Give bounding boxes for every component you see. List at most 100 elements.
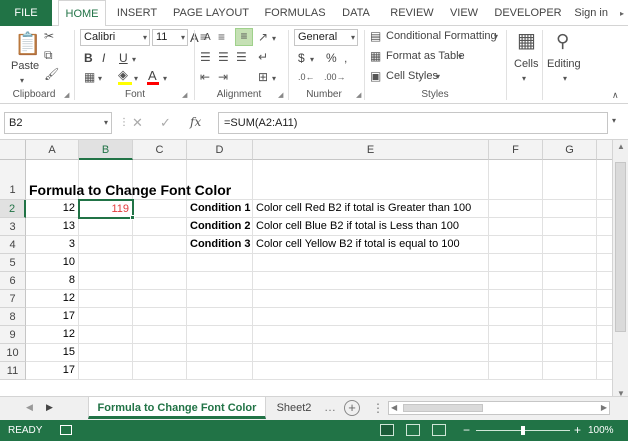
sign-in-link[interactable]: Sign in [574,0,608,26]
zoom-slider-knob[interactable] [521,426,525,435]
cell-styles-dropdown-icon[interactable]: ▾ [436,70,440,84]
insert-function-button[interactable]: fx [190,115,201,129]
grid-cell[interactable] [597,290,612,308]
row-header-2[interactable]: 2 [0,200,26,218]
borders-dropdown-icon[interactable]: ▾ [98,72,102,86]
conditional-formatting-button[interactable]: Conditional Formatting [386,30,497,42]
increase-decimal-icon[interactable]: .0← [298,70,315,84]
grid-cell[interactable] [489,200,543,218]
grid-cell[interactable] [133,326,187,344]
cell-e4[interactable]: Color cell Yellow B2 if total is equal t… [253,236,489,254]
sheet-nav-prev-icon[interactable]: ◀ [26,402,33,413]
grid-cell[interactable] [133,236,187,254]
vertical-scrollbar[interactable]: ▲ ▼ [612,140,628,402]
grid-cell[interactable] [489,362,543,380]
paste-button[interactable]: Paste [11,60,39,72]
align-left-icon[interactable]: ☰ [200,50,211,64]
grid-cell[interactable] [543,290,597,308]
grid-cell[interactable] [597,344,612,362]
scroll-up-icon[interactable]: ▲ [617,142,625,151]
grid-cell[interactable] [253,290,489,308]
align-center-icon[interactable]: ☰ [218,50,229,64]
page-break-view-icon[interactable] [432,424,446,436]
tab-split-icon[interactable]: ⋮ [372,401,384,415]
align-middle-icon[interactable]: ≡ [218,30,225,44]
percent-button[interactable]: % [326,51,337,65]
ribbon-scroll-icon[interactable]: ▸ [620,9,624,18]
formula-bar-grip-icon[interactable]: ⋮ [119,116,129,130]
tab-view[interactable]: VIEW [446,0,482,26]
cell-d3[interactable]: Condition 2 [187,218,253,236]
editing-button[interactable]: Editing [547,58,581,70]
cell-styles-button[interactable]: Cell Styles [386,70,438,82]
grid-cell[interactable] [187,326,253,344]
grid-cell[interactable] [543,254,597,272]
grid-cell[interactable] [187,344,253,362]
chevron-down-icon[interactable]: ▾ [181,30,185,45]
fill-color-icon[interactable]: ◈ [118,68,128,82]
enter-icon[interactable]: ✓ [160,115,171,131]
comma-style-icon[interactable]: , [344,51,347,65]
sheet-more-icon[interactable]: … [324,400,336,414]
grid-cell[interactable] [187,362,253,380]
merge-center-icon[interactable]: ⊞ [258,70,268,84]
collapse-ribbon-icon[interactable]: ∧ [612,88,619,102]
grid-cell[interactable] [489,308,543,326]
number-format-combo[interactable]: General ▾ [294,29,358,46]
orientation-dropdown-icon[interactable]: ▾ [272,32,276,46]
cell-a10[interactable]: 15 [26,344,79,362]
column-header-e[interactable]: E [253,140,489,160]
cell-a3[interactable]: 13 [26,218,79,236]
column-header-f[interactable]: F [489,140,543,160]
grid-cell[interactable] [133,362,187,380]
grid-cell[interactable] [187,272,253,290]
grid-cell[interactable] [489,254,543,272]
wrap-text-icon[interactable]: ↵ [258,50,268,64]
horizontal-scrollbar[interactable]: ◀ ▶ [388,401,610,415]
row-header-4[interactable]: 4 [0,236,26,254]
cell-d2[interactable]: Condition 1 [187,200,253,218]
underline-dropdown-icon[interactable]: ▾ [132,53,136,67]
conditional-formatting-dropdown-icon[interactable]: ▾ [494,30,498,44]
grid-cell[interactable] [543,236,597,254]
grid-cell[interactable] [489,160,543,200]
tab-file[interactable]: FILE [0,0,52,26]
grid-cell[interactable] [543,326,597,344]
grid-cell[interactable] [253,308,489,326]
tab-page-layout[interactable]: PAGE LAYOUT [170,0,252,26]
font-color-icon[interactable]: A [148,68,157,83]
grid-cell[interactable] [543,344,597,362]
cell-a1-title[interactable]: Formula to Change Font Color [26,160,326,200]
grid-cell[interactable] [489,272,543,290]
italic-button[interactable]: I [102,51,105,65]
borders-icon[interactable]: ▦ [84,70,95,84]
grid-cell[interactable] [79,308,133,326]
decrease-decimal-icon[interactable]: .00→ [324,70,346,84]
cell-a7[interactable]: 12 [26,290,79,308]
grid-cell[interactable] [79,236,133,254]
grid-cell[interactable] [597,326,612,344]
grid-cell[interactable] [597,218,612,236]
grid-cell[interactable] [133,254,187,272]
grid-cell[interactable] [187,308,253,326]
font-launcher-icon[interactable]: ◢ [182,91,187,99]
cell-a4[interactable]: 3 [26,236,79,254]
align-bottom-icon[interactable]: ≡ [235,28,253,46]
row-header-7[interactable]: 7 [0,290,26,308]
select-all-button[interactable] [0,140,26,160]
grid-cell[interactable] [253,254,489,272]
underline-button[interactable]: U [119,51,128,65]
increase-indent-icon[interactable]: ⇥ [218,70,228,84]
scroll-left-icon[interactable]: ◀ [391,403,397,412]
row-header-6[interactable]: 6 [0,272,26,290]
format-as-table-button[interactable]: Format as Table [386,50,465,62]
grid-cell[interactable] [543,308,597,326]
cell-a6[interactable]: 8 [26,272,79,290]
grid-cell[interactable] [79,254,133,272]
zoom-level[interactable]: 100% [588,420,614,441]
name-box[interactable]: B2 ▾ [4,112,112,134]
grid-cell[interactable] [133,308,187,326]
cell-a9[interactable]: 12 [26,326,79,344]
bold-button[interactable]: B [84,51,93,65]
tab-data[interactable]: DATA [336,0,376,26]
